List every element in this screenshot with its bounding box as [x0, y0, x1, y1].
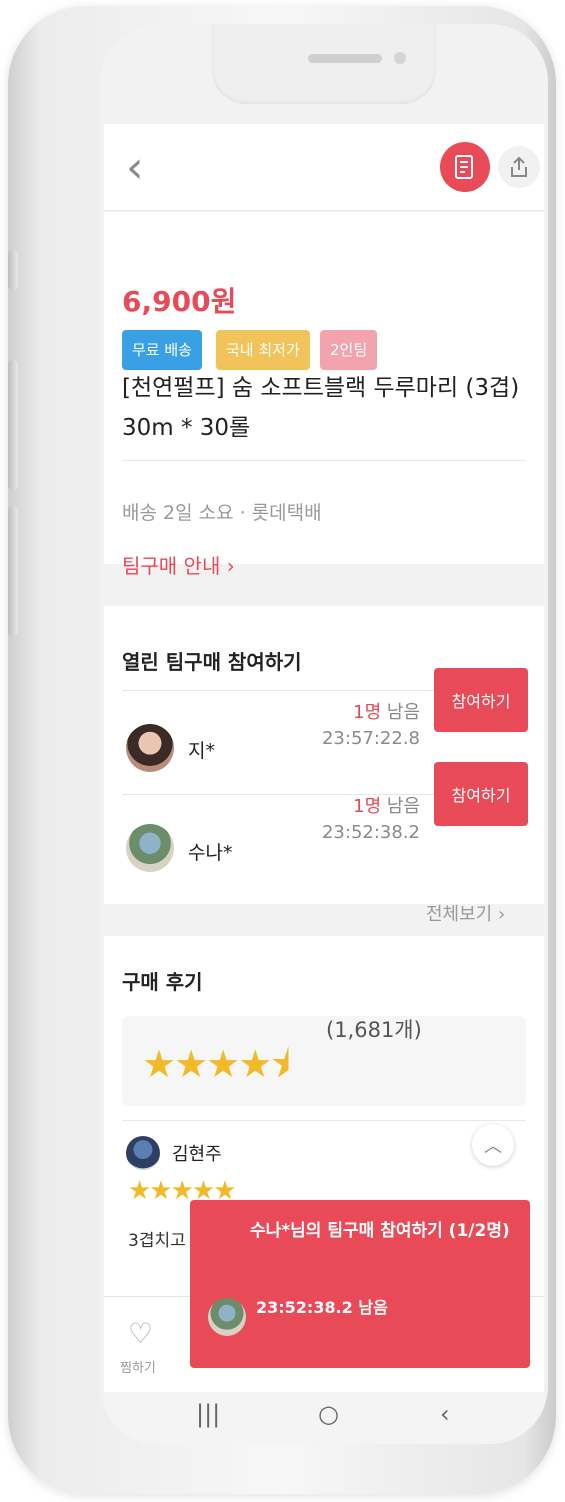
badge-lowest-price: 국내 최저가 — [216, 330, 310, 370]
notch — [212, 24, 436, 104]
back-chevron-icon[interactable]: ‹ — [126, 142, 144, 193]
join-button[interactable]: 참여하기 — [434, 762, 528, 826]
badge-free-shipping: 무료 배송 — [122, 330, 202, 370]
scroll-top-chevron-up-icon[interactable]: ︿ — [472, 1124, 514, 1166]
list-plus-icon — [455, 155, 473, 179]
avatar — [126, 1136, 160, 1170]
countdown-timer: 23:52:38.2 — [321, 822, 420, 843]
remain-number: 1명 — [353, 702, 382, 723]
nav-back-icon[interactable]: ‹ — [440, 1400, 450, 1428]
phone-frame: ‹ 6,900원 무료 배송 국내 최저가 2인팀 [천연펄프] 숨 소프트블랙… — [8, 6, 556, 1494]
heart-icon[interactable]: ♡ — [128, 1317, 153, 1350]
review-count: (1,681개) — [326, 1018, 422, 1042]
avatar — [208, 1298, 246, 1336]
share-glyph-icon — [511, 156, 527, 177]
badge-team-size: 2인팀 — [320, 330, 378, 370]
product-card: 6,900원 무료 배송 국내 최저가 2인팀 [천연펄프] 숨 소프트블랙 두… — [104, 212, 544, 578]
wish-label[interactable]: 찜하기 — [120, 1357, 156, 1376]
list-icon[interactable] — [440, 142, 490, 192]
remain-count: 1명 남음 — [280, 792, 420, 818]
mute-switch — [8, 250, 18, 290]
join-team-cta-button[interactable]: 수나*님의 팀구매 참여하기 (1/2명) 23:52:38.2 남음 — [190, 1200, 530, 1368]
rating-summary: ★★★★⯨ (1,681개) — [122, 1016, 526, 1106]
share-icon[interactable] — [498, 146, 540, 188]
countdown-timer: 23:57:22.8 — [321, 728, 420, 749]
reviewer-name: 김현주 — [172, 1144, 222, 1165]
speaker-grille — [308, 54, 382, 63]
user-name: 수나* — [188, 842, 233, 864]
home-icon[interactable]: ○ — [318, 1400, 339, 1428]
product-title: [천연펄프] 숨 소프트블랙 두루마리 (3겹) 30m * 30롤 — [122, 375, 520, 441]
app-screen: ‹ 6,900원 무료 배송 국내 최저가 2인팀 [천연펄프] 숨 소프트블랙… — [100, 24, 548, 1444]
divider — [122, 460, 526, 461]
delivery-info: 배송 2일 소요 · 롯데택배 — [122, 502, 322, 524]
volume-down-button — [8, 506, 18, 636]
section-title: 구매 후기 — [122, 970, 203, 994]
cta-title: 수나*님의 팀구매 참여하기 (1/2명) — [250, 1221, 510, 1241]
divider — [122, 1120, 526, 1121]
team-purchase-guide-link[interactable]: 팀구매 안내 › — [122, 550, 235, 579]
rating-stars: ★★★★⯨ — [142, 1042, 290, 1086]
section-title: 열린 팀구매 참여하기 — [122, 650, 302, 674]
recent-apps-icon[interactable]: ||| — [196, 1400, 220, 1428]
remain-number: 1명 — [353, 796, 382, 817]
product-price: 6,900원 — [122, 285, 237, 318]
remain-suffix: 남음 — [381, 796, 420, 817]
remain-count: 1명 남음 — [280, 698, 420, 724]
volume-up-button — [8, 360, 18, 490]
avatar — [126, 824, 174, 872]
open-team-section: 열린 팀구매 참여하기 지* 1명 남음 23:57:22.8 참여하기 수나*… — [104, 606, 544, 904]
user-name: 지* — [188, 740, 215, 762]
system-nav-bar: ||| ○ ‹ — [104, 1392, 544, 1444]
remain-suffix: 남음 — [381, 702, 420, 723]
front-camera — [394, 52, 406, 64]
avatar — [126, 724, 174, 772]
join-button[interactable]: 참여하기 — [434, 668, 528, 732]
view-all-link[interactable]: 전체보기 › — [426, 900, 505, 926]
top-bar: ‹ — [104, 124, 544, 211]
cta-timer: 23:52:38.2 남음 — [256, 1298, 388, 1317]
